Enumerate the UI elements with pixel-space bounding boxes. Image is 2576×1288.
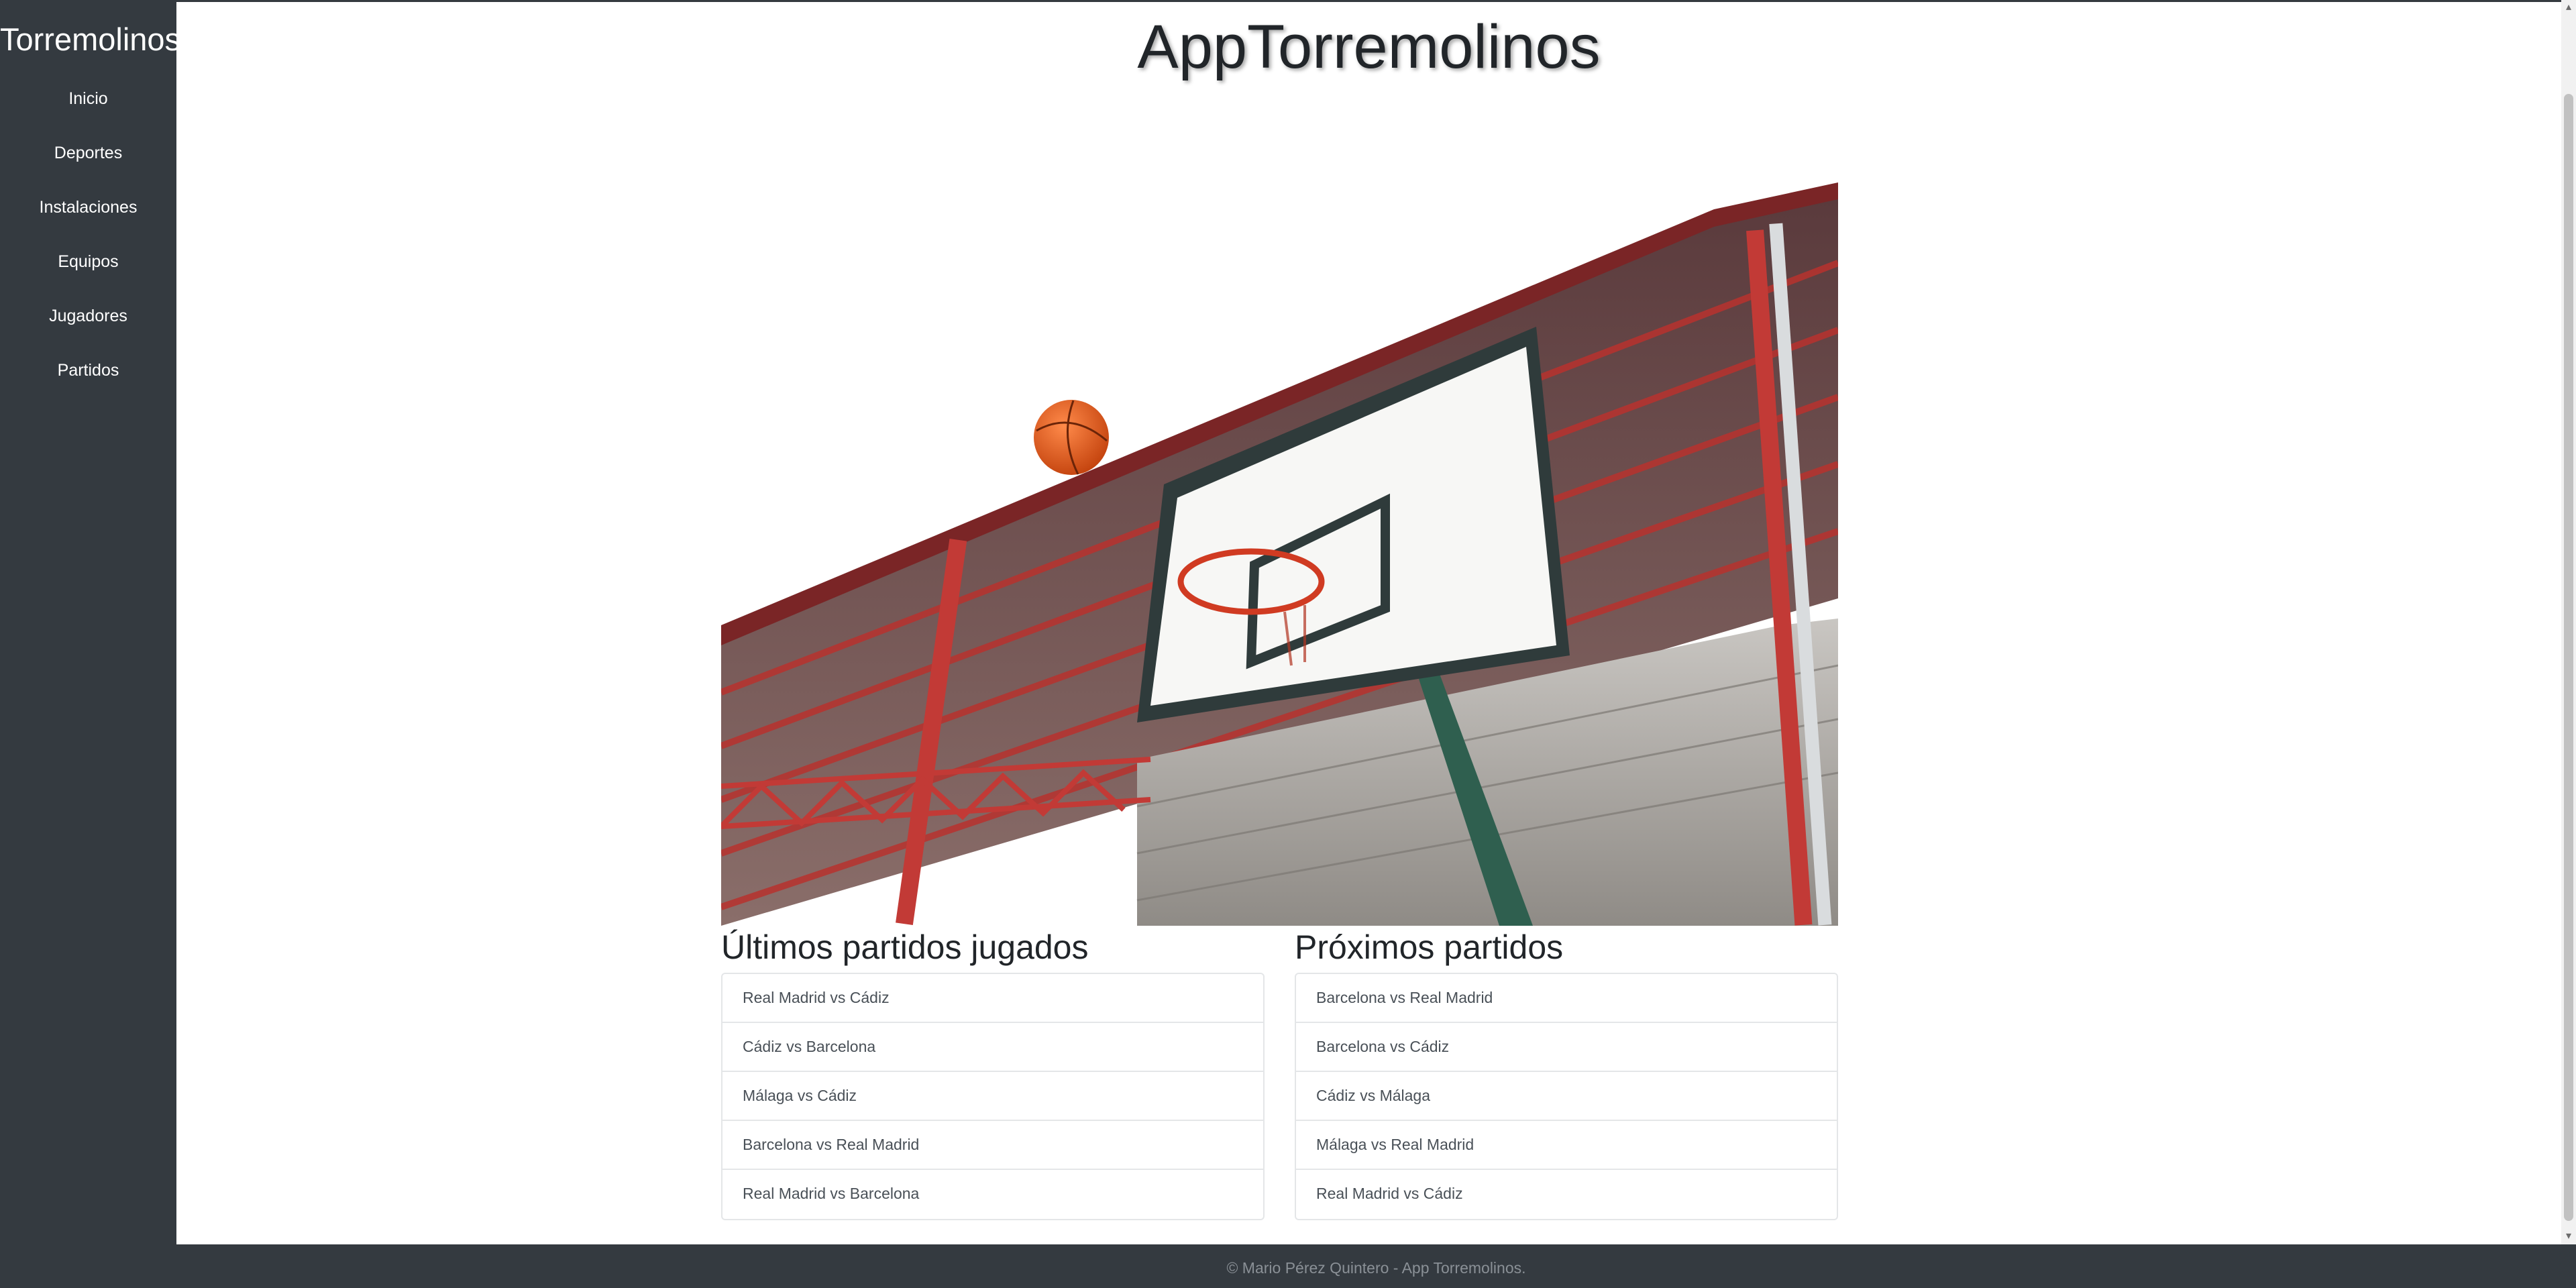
sidebar-item-deportes[interactable]: Deportes — [0, 126, 176, 180]
list-item[interactable]: Barcelona vs Cádiz — [1296, 1023, 1837, 1072]
scroll-thumb[interactable] — [2564, 94, 2573, 1221]
sidebar-item-instalaciones[interactable]: Instalaciones — [0, 180, 176, 234]
list-item[interactable]: Cádiz vs Barcelona — [722, 1023, 1263, 1072]
sidebar-item-equipos[interactable]: Equipos — [0, 235, 176, 288]
list-item[interactable]: Real Madrid vs Cádiz — [722, 974, 1263, 1023]
list-item[interactable]: Real Madrid vs Barcelona — [722, 1170, 1263, 1219]
upcoming-matches-title: Próximos partidos — [1295, 928, 1564, 966]
brand-link[interactable]: Torremolinos — [0, 19, 180, 60]
footer: © Mario Pérez Quintero - App Torremolino… — [176, 1244, 2576, 1288]
list-item[interactable]: Málaga vs Cádiz — [722, 1072, 1263, 1121]
page-title: AppTorremolinos — [1137, 13, 1601, 81]
app-root: Torremolinos Inicio Deportes Instalacion… — [0, 0, 2576, 1288]
sidebar-item-jugadores[interactable]: Jugadores — [0, 289, 176, 343]
past-matches-title: Últimos partidos jugados — [721, 928, 1089, 966]
sidebar-item-partidos[interactable]: Partidos — [0, 343, 176, 397]
scroll-down-icon[interactable]: ▾ — [2564, 1231, 2573, 1242]
list-item[interactable]: Barcelona vs Real Madrid — [1296, 974, 1837, 1023]
list-item[interactable]: Barcelona vs Real Madrid — [722, 1121, 1263, 1170]
hero-image — [721, 182, 1838, 926]
past-matches-list: Real Madrid vs Cádiz Cádiz vs Barcelona … — [721, 973, 1265, 1220]
sidebar-item-inicio[interactable]: Inicio — [0, 72, 176, 125]
sidebar: Torremolinos Inicio Deportes Instalacion… — [0, 0, 180, 1288]
upcoming-matches-list: Barcelona vs Real Madrid Barcelona vs Cá… — [1295, 973, 1838, 1220]
basketball-hoop-icon — [721, 182, 1838, 926]
top-border — [176, 0, 2565, 2]
list-item[interactable]: Real Madrid vs Cádiz — [1296, 1170, 1837, 1219]
scroll-up-icon[interactable]: ▴ — [2564, 2, 2573, 13]
list-item[interactable]: Málaga vs Real Madrid — [1296, 1121, 1837, 1170]
list-item[interactable]: Cádiz vs Málaga — [1296, 1072, 1837, 1121]
vertical-scrollbar[interactable]: ▴ ▾ — [2561, 0, 2576, 1244]
footer-text: © Mario Pérez Quintero - App Torremolino… — [1226, 1259, 1526, 1277]
